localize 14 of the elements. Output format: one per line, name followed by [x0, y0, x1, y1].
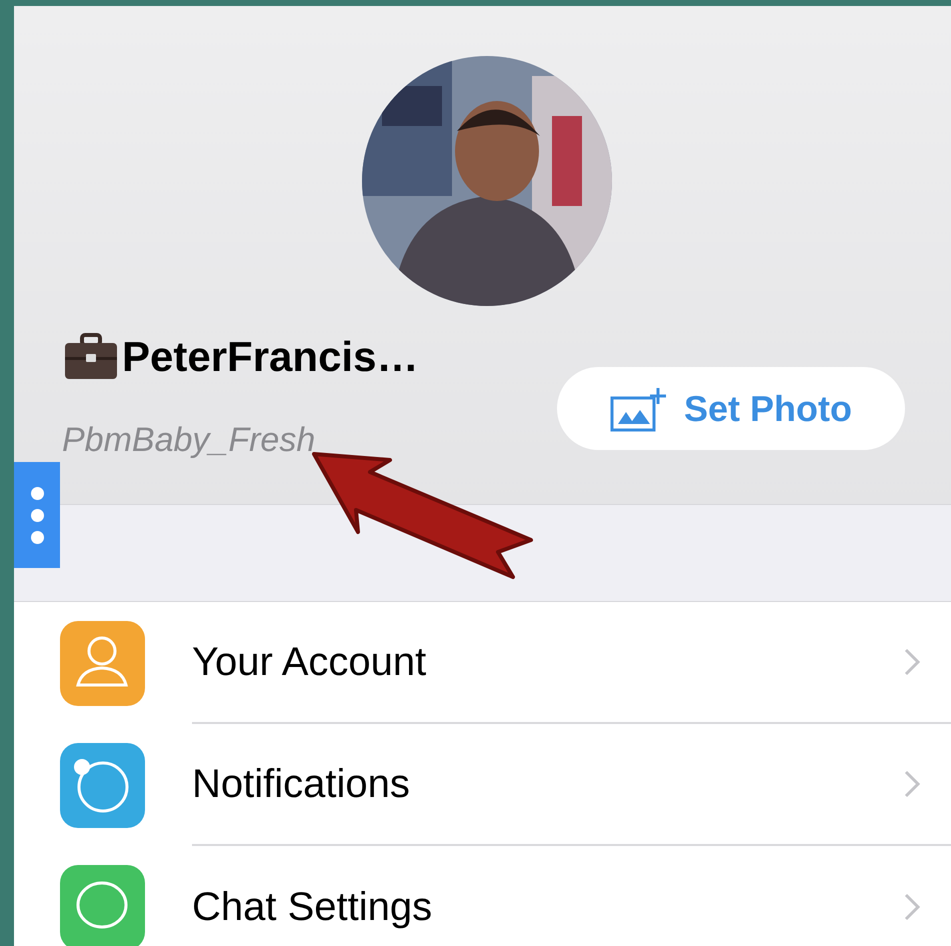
settings-row[interactable]: Your Account: [14, 602, 951, 724]
settings-row[interactable]: Notifications: [14, 724, 951, 846]
add-photo-icon: [610, 386, 668, 432]
briefcase-icon: [64, 333, 118, 381]
chevron-icon: [903, 647, 921, 677]
profile-name: PeterFrancis…: [122, 336, 418, 378]
side-menu-tab[interactable]: [14, 462, 60, 568]
settings-row[interactable]: Chat Settings: [14, 846, 951, 946]
username: PbmBaby_Fresh: [62, 423, 316, 457]
chevron-icon: [903, 892, 921, 922]
row-label: Chat Settings: [192, 884, 434, 931]
chevron-icon: [903, 769, 921, 799]
row-label: Your Account: [192, 639, 428, 686]
row-label: Notifications: [192, 761, 411, 808]
